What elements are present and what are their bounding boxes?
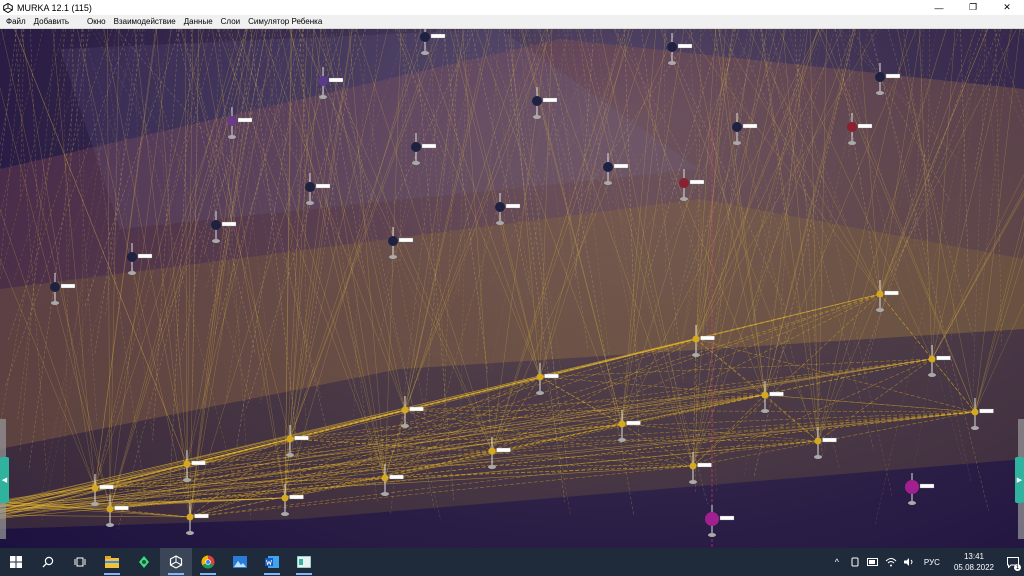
- taskbar-photos[interactable]: [224, 548, 256, 576]
- tray-network-icon[interactable]: [884, 555, 898, 569]
- node-label-tag: [698, 463, 712, 467]
- search-button[interactable]: [32, 548, 64, 576]
- menu-add[interactable]: Добавить: [30, 17, 73, 26]
- node-label-tag: [422, 144, 436, 148]
- windows-taskbar: ^ РУС 13:41 05.08.2022 1: [0, 548, 1024, 576]
- node-label-tag: [886, 74, 900, 78]
- node-label-tag: [543, 98, 557, 102]
- node-label-tag: [61, 284, 75, 288]
- app-window-icon: [297, 556, 311, 568]
- tray-battery-icon[interactable]: [866, 555, 880, 569]
- node-label-tag: [138, 254, 152, 258]
- node-label-tag: [701, 336, 715, 340]
- node-label-tag: [823, 438, 837, 442]
- taskbar-file-explorer[interactable]: [96, 548, 128, 576]
- menu-data[interactable]: Данные: [180, 17, 217, 26]
- android-studio-icon: [137, 555, 151, 569]
- node-label-tag: [290, 495, 304, 499]
- unity-logo-icon: [3, 3, 13, 13]
- taskbar-android-studio[interactable]: [128, 548, 160, 576]
- node-label-tag: [980, 409, 994, 413]
- menu-child-simulator[interactable]: Симулятор Ребенка: [244, 17, 326, 26]
- taskbar-app-window[interactable]: [288, 548, 320, 576]
- input-language[interactable]: РУС: [924, 558, 940, 567]
- close-button[interactable]: ✕: [990, 0, 1024, 15]
- node-label-tag: [195, 514, 209, 518]
- menu-window[interactable]: Окно: [83, 17, 110, 26]
- taskbar-chrome[interactable]: [192, 548, 224, 576]
- node-label-tag: [410, 407, 424, 411]
- graph-edge: [0, 29, 8, 164]
- start-button[interactable]: [0, 548, 32, 576]
- maximize-button[interactable]: ❐: [956, 0, 990, 15]
- graph-node[interactable]: [705, 505, 734, 537]
- node-label-tag: [614, 164, 628, 168]
- tray-volume-icon[interactable]: [902, 555, 916, 569]
- notifications-button[interactable]: 1: [1002, 548, 1024, 576]
- menu-file[interactable]: Файл: [0, 17, 30, 26]
- task-view-button[interactable]: [64, 548, 96, 576]
- node-label-tag: [316, 184, 330, 188]
- search-icon: [42, 556, 54, 568]
- right-panel-toggle[interactable]: ▶: [1015, 457, 1024, 503]
- clock[interactable]: 13:41 05.08.2022: [954, 551, 994, 573]
- notification-count: 1: [1014, 564, 1021, 571]
- clock-date: 05.08.2022: [954, 562, 994, 573]
- graph-node[interactable]: [905, 473, 934, 505]
- chrome-icon: [201, 555, 215, 569]
- start-icon: [10, 556, 22, 568]
- node-label-tag: [192, 461, 206, 465]
- system-tray: ^ РУС 13:41 05.08.2022 1: [828, 548, 1024, 576]
- node-label-tag: [690, 180, 704, 184]
- node-label-tag: [497, 448, 511, 452]
- node-label-tag: [937, 356, 951, 360]
- node-label-tag: [390, 475, 404, 479]
- node-label-tag: [770, 392, 784, 396]
- node-label-tag: [720, 516, 734, 520]
- node-label-tag: [545, 374, 559, 378]
- tray-chevron-icon[interactable]: ^: [830, 555, 844, 569]
- node-label-tag: [627, 421, 641, 425]
- network-graph-scene: [0, 29, 1024, 548]
- minimize-button[interactable]: —: [922, 0, 956, 15]
- node-label-tag: [506, 204, 520, 208]
- node-label-tag: [743, 124, 757, 128]
- node-label-tag: [678, 44, 692, 48]
- node-label-tag: [920, 484, 934, 488]
- node-label-tag: [399, 238, 413, 242]
- clock-time: 13:41: [954, 551, 994, 562]
- menu-bar: Файл Добавить Окно Взаимодействие Данные…: [0, 15, 1024, 29]
- task-view-icon: [74, 556, 86, 568]
- title-bar: MURKA 12.1 (115) — ❐ ✕: [0, 0, 1024, 15]
- node-label-tag: [238, 118, 252, 122]
- node-label-tag: [115, 506, 129, 510]
- file-explorer-icon: [105, 556, 119, 568]
- node-label-tag: [329, 78, 343, 82]
- photos-icon: [233, 556, 247, 568]
- tray-device-icon[interactable]: [848, 555, 862, 569]
- window-title: MURKA 12.1 (115): [17, 3, 92, 13]
- node-label-tag: [858, 124, 872, 128]
- left-panel-toggle[interactable]: ◀: [0, 457, 9, 503]
- node-label-tag: [295, 436, 309, 440]
- taskbar-word[interactable]: [256, 548, 288, 576]
- scene-viewport[interactable]: ◀ ▶: [0, 29, 1024, 548]
- node-label-tag: [222, 222, 236, 226]
- menu-layers[interactable]: Слои: [217, 17, 244, 26]
- node-label-tag: [431, 34, 445, 38]
- taskbar-unity[interactable]: [160, 548, 192, 576]
- unity-icon: [169, 555, 183, 569]
- node-label-tag: [100, 485, 114, 489]
- menu-interaction[interactable]: Взаимодействие: [110, 17, 180, 26]
- word-icon: [265, 555, 279, 569]
- node-label-tag: [885, 291, 899, 295]
